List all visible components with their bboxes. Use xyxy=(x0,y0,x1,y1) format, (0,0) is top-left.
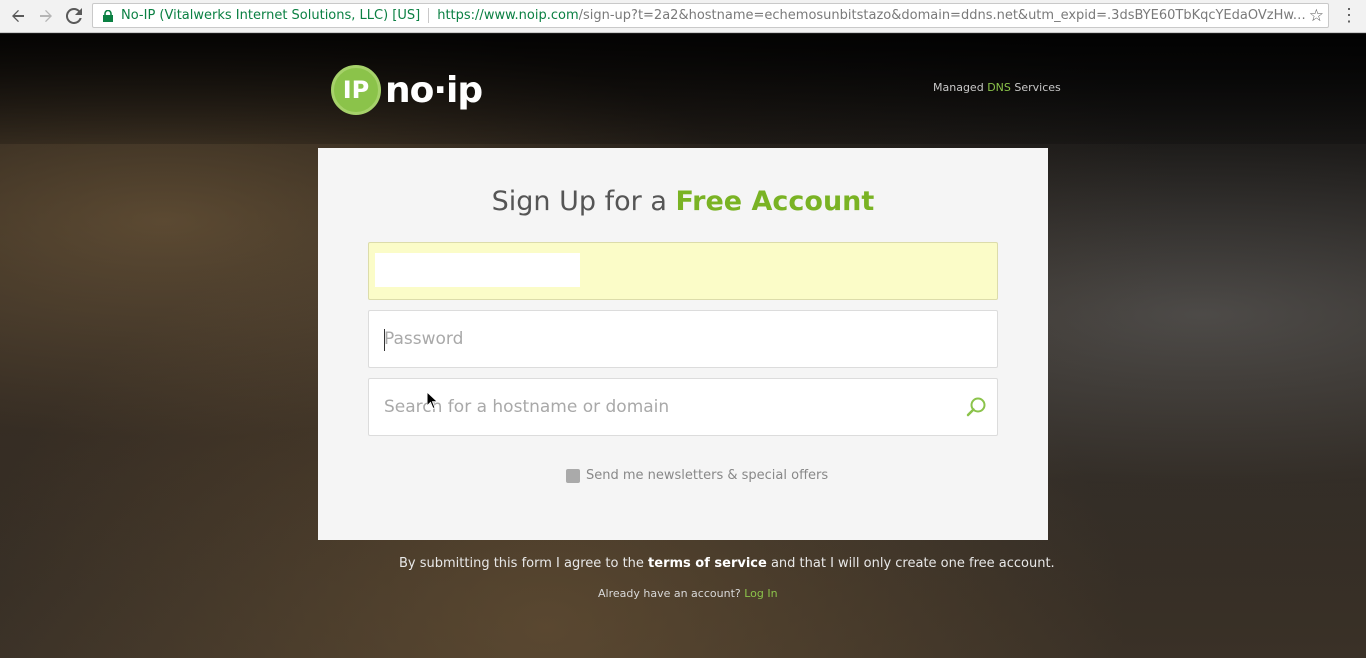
page-title: Sign Up for a Free Account xyxy=(318,186,1048,217)
title-pre: Sign Up for a xyxy=(491,186,676,217)
hostname-search-input[interactable] xyxy=(369,379,997,435)
logo-mark: IP xyxy=(331,65,381,115)
background-shade xyxy=(0,34,1366,144)
newsletter-option[interactable]: Send me newsletters & special offers xyxy=(566,468,828,483)
tagline-post: Services xyxy=(1010,81,1061,94)
newsletter-checkbox[interactable] xyxy=(566,468,580,483)
back-button[interactable] xyxy=(6,4,30,28)
logo-mark-text: IP xyxy=(342,76,370,104)
arrow-left-icon xyxy=(12,10,24,22)
signup-card: Sign Up for a Free Account Send me newsl… xyxy=(318,148,1048,540)
kebab-menu-icon[interactable]: ⋮ xyxy=(1340,5,1358,26)
url-path: /sign-up?t=2a2&hostname=echemosunbitstaz… xyxy=(578,8,1309,23)
noip-logo[interactable]: IP no·ip xyxy=(331,65,483,115)
email-field[interactable] xyxy=(368,242,998,300)
browser-toolbar: No-IP (Vitalwerks Internet Solutions, LL… xyxy=(0,0,1366,33)
email-input[interactable] xyxy=(369,243,997,299)
star-icon[interactable]: ☆ xyxy=(1309,6,1324,26)
login-prompt: Already have an account? Log In xyxy=(598,587,778,600)
terms-post: and that I will only create one free acc… xyxy=(766,556,1055,571)
password-field[interactable] xyxy=(368,310,998,368)
reload-icon xyxy=(66,8,82,24)
reload-button[interactable] xyxy=(62,4,86,28)
url-host: https://www.noip.com xyxy=(437,8,579,23)
site-identity[interactable]: No-IP (Vitalwerks Internet Solutions, LL… xyxy=(121,8,420,23)
text-caret xyxy=(384,329,385,351)
terms-pre: By submitting this form I agree to the xyxy=(399,556,649,571)
title-accent: Free Account xyxy=(675,186,875,217)
address-bar[interactable]: No-IP (Vitalwerks Internet Solutions, LL… xyxy=(92,3,1329,28)
logo-text: no·ip xyxy=(385,69,483,111)
lock-icon[interactable] xyxy=(101,9,115,23)
divider xyxy=(428,8,430,23)
tagline-dns: DNS xyxy=(987,81,1011,94)
password-input[interactable] xyxy=(369,311,997,367)
login-link[interactable]: Log In xyxy=(744,587,777,600)
mouse-cursor-icon xyxy=(427,392,439,410)
hostname-search-field[interactable] xyxy=(368,378,998,436)
newsletter-label[interactable]: Send me newsletters & special offers xyxy=(586,468,828,483)
tagline-pre: Managed xyxy=(933,81,988,94)
login-pre: Already have an account? xyxy=(598,587,745,600)
search-icon[interactable] xyxy=(965,396,987,418)
page-background: IP no·ip Managed DNS Services Sign Up fo… xyxy=(0,34,1366,658)
terms-of-service-link[interactable]: terms of service xyxy=(648,556,767,571)
arrow-right-icon xyxy=(40,10,52,22)
forward-button[interactable] xyxy=(34,4,58,28)
tagline: Managed DNS Services xyxy=(933,81,1061,94)
